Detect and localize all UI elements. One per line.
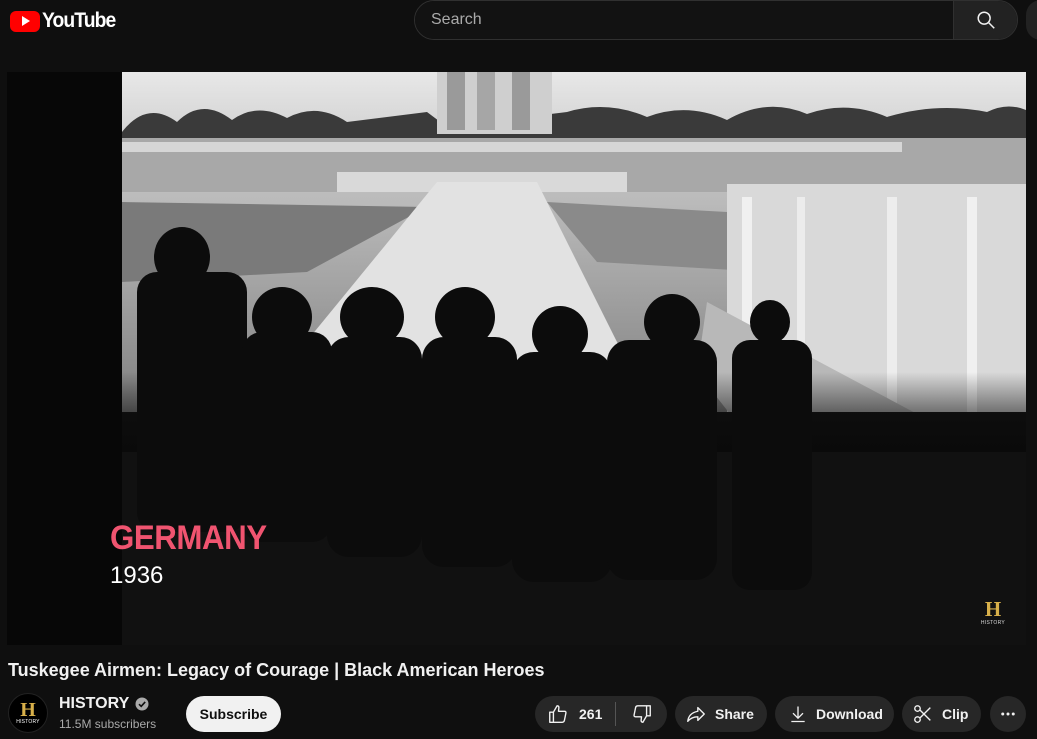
verified-check-icon: [135, 697, 149, 711]
download-icon: [791, 706, 805, 723]
more-dots-icon: [1001, 712, 1015, 716]
share-arrow-icon: [687, 706, 705, 723]
logo-text: YouTube: [42, 9, 116, 32]
avatar-text: HISTORY: [16, 719, 40, 725]
voice-search-button[interactable]: [1026, 0, 1037, 40]
subscribe-button[interactable]: Subscribe: [186, 696, 281, 732]
video-frame: [7, 72, 1026, 645]
channel-name[interactable]: HISTORY: [59, 695, 149, 713]
search-bar: [414, 0, 1018, 40]
dislike-button[interactable]: [616, 696, 667, 732]
scissors-icon: [914, 705, 931, 723]
caption-location: GERMANY: [110, 519, 267, 557]
search-input[interactable]: [415, 1, 953, 39]
download-button[interactable]: Download: [775, 696, 894, 732]
subscriber-count: 11.5M subscribers: [59, 717, 157, 731]
video-player[interactable]: GERMANY 1936 H HISTORY: [7, 72, 1026, 645]
share-label: Share: [715, 706, 754, 722]
like-count: 261: [579, 706, 603, 722]
search-icon: [976, 11, 995, 29]
caption-year: 1936: [110, 562, 164, 589]
more-actions-button[interactable]: [990, 696, 1026, 732]
watermark-text: HISTORY: [980, 620, 1006, 626]
share-button[interactable]: Share: [675, 696, 767, 732]
watermark-letter: H: [984, 597, 1002, 621]
channel-avatar[interactable]: H HISTORY: [8, 693, 48, 733]
like-dislike-group: 261: [535, 696, 667, 732]
channel-name-text: HISTORY: [59, 695, 130, 712]
thumbs-up-icon: [549, 705, 567, 723]
download-label: Download: [816, 706, 883, 722]
avatar-letter: H: [20, 699, 36, 721]
clip-button[interactable]: Clip: [902, 696, 981, 732]
video-title: Tuskegee Airmen: Legacy of Courage | Bla…: [8, 660, 545, 680]
youtube-play-icon: [10, 10, 40, 32]
like-button[interactable]: 261: [535, 696, 615, 732]
clip-label: Clip: [942, 706, 969, 722]
youtube-logo[interactable]: YouTube: [10, 9, 122, 33]
search-button[interactable]: [953, 1, 1017, 39]
history-watermark: H HISTORY: [980, 598, 1006, 626]
thumbs-down-icon: [632, 705, 651, 723]
top-bar: YouTube: [0, 0, 1037, 56]
